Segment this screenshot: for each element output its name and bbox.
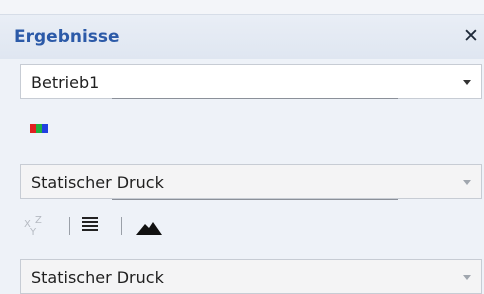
operation-select-value: Betrieb1 <box>31 73 100 92</box>
axis-y-label: Y <box>30 227 37 238</box>
list-icon[interactable] <box>82 217 98 235</box>
chevron-down-icon[interactable] <box>463 80 471 85</box>
mountain-icon[interactable] <box>136 219 162 235</box>
result-type-select-2[interactable]: Statischer Druck <box>20 259 482 294</box>
xyz-axes-icon[interactable]: X Z Y <box>24 215 46 238</box>
divider <box>112 98 398 99</box>
top-border <box>0 0 484 15</box>
toolbar: X Z Y <box>24 211 224 241</box>
result-type-select-value: Statischer Druck <box>31 173 164 192</box>
operation-select[interactable]: Betrieb1 <box>20 64 482 99</box>
separator <box>121 217 122 235</box>
separator <box>69 217 70 235</box>
panel-title: Ergebnisse <box>14 27 120 47</box>
chevron-down-icon[interactable] <box>463 275 471 280</box>
axis-z-label: Z <box>35 215 42 226</box>
panel-title-bar: Ergebnisse ✕ <box>0 15 484 59</box>
results-panel: Ergebnisse ✕ Betrieb1 Statischer Druck X… <box>0 0 484 294</box>
result-type-select[interactable]: Statischer Druck <box>20 164 482 199</box>
close-icon[interactable]: ✕ <box>462 25 480 47</box>
color-legend-icon[interactable] <box>30 124 48 133</box>
result-type-select-2-value: Statischer Druck <box>31 268 164 287</box>
chevron-down-icon[interactable] <box>463 180 471 185</box>
divider <box>112 199 398 200</box>
